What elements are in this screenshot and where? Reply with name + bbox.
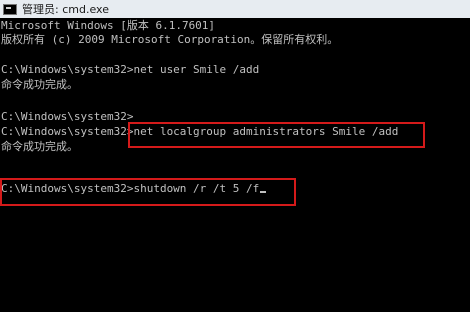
console-line: C:\Windows\system32> <box>1 110 134 123</box>
console-output[interactable]: Microsoft Windows [版本 6.1.7601] 版权所有 (c)… <box>0 18 470 312</box>
window-title: 管理员: cmd.exe <box>22 3 109 16</box>
console-line: C:\Windows\system32>net user Smile /add <box>1 63 260 76</box>
console-line: 命令成功完成。 <box>1 140 78 153</box>
console-prompt-line[interactable]: C:\Windows\system32>shutdown /r /t 5 /f <box>1 182 267 195</box>
console-line: Microsoft Windows [版本 6.1.7601] <box>1 19 216 32</box>
console-line: C:\Windows\system32>net localgroup admin… <box>1 125 399 138</box>
console-line: 版权所有 (c) 2009 Microsoft Corporation。保留所有… <box>1 33 339 46</box>
console-command: C:\Windows\system32>shutdown /r /t 5 /f <box>1 182 260 195</box>
text-cursor <box>260 191 267 193</box>
console-line: 命令成功完成。 <box>1 78 78 91</box>
cmd-icon <box>3 3 17 15</box>
title-bar: 管理员: cmd.exe <box>0 0 470 18</box>
